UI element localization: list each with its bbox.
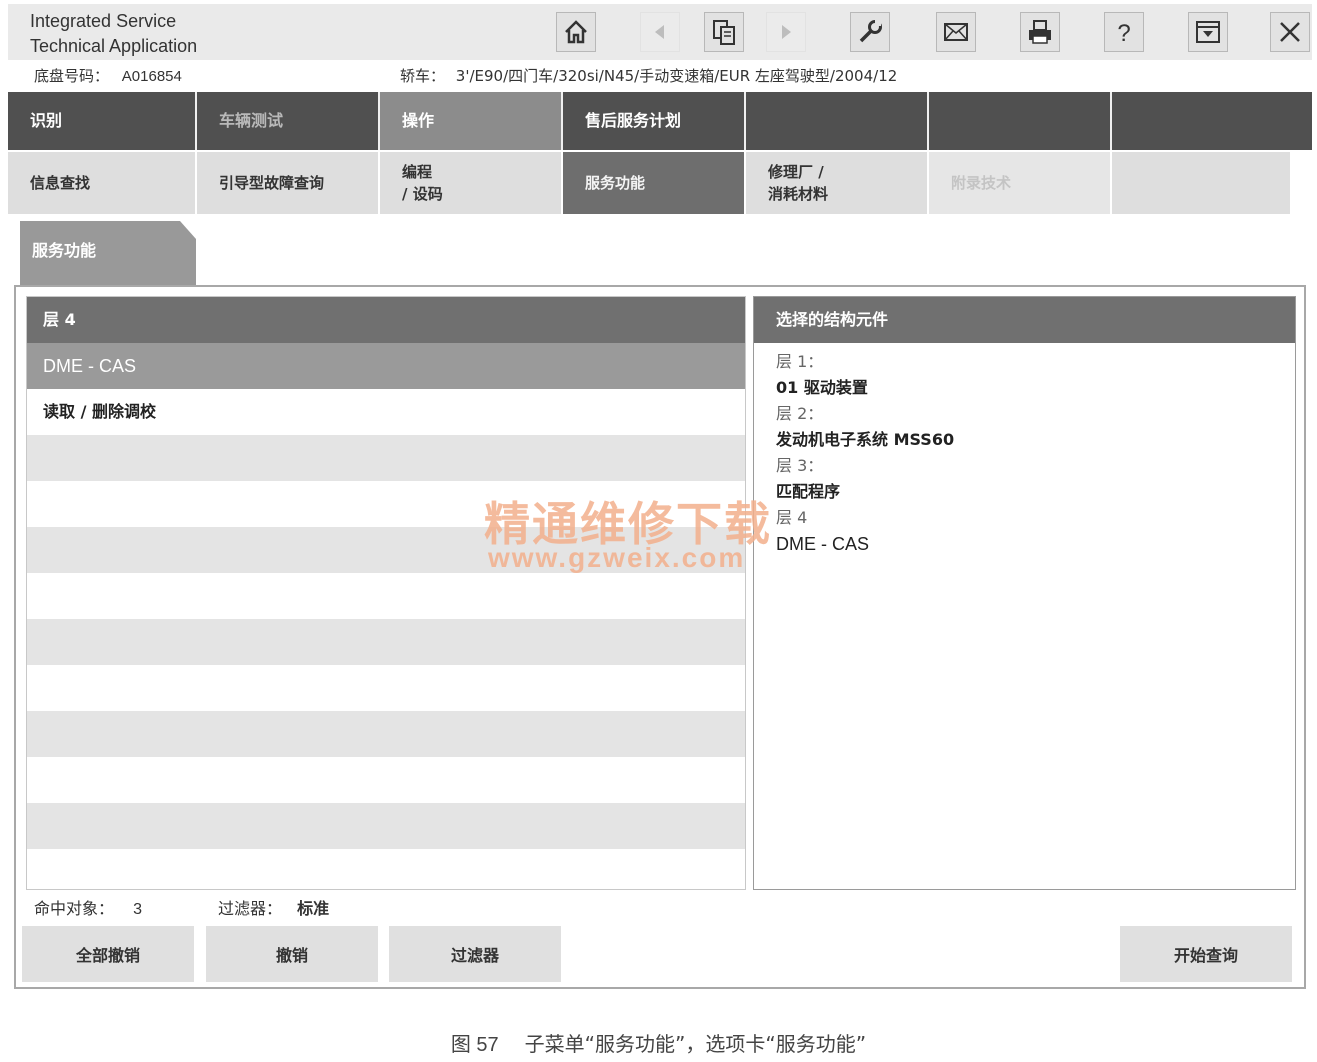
tab-empty-1 [746,92,929,150]
tab-empty-3 [1112,92,1312,150]
close-icon [1280,22,1300,42]
document-button[interactable] [704,12,744,52]
help-icon: ? [1117,20,1130,46]
subtab-service-functions[interactable]: 服务功能 [563,152,746,214]
list-item [27,573,745,619]
minimize-button[interactable] [1188,12,1228,52]
vehicle-description: 3'/E90/四门车/320si/N45/手动变速箱/EUR 左座驾驶型/200… [455,67,898,85]
subtab-empty [1112,152,1292,214]
level-list-header: 层 4 [27,297,745,343]
vehicle-label: 轿车： [400,67,446,85]
tree-level-label: 层 2： [776,404,824,423]
back-icon [655,25,664,39]
document-icon [713,20,735,45]
chassis-info: 底盘号码： A016854 [34,64,182,88]
chassis-number: A016854 [121,68,182,85]
forward-button[interactable] [766,12,806,52]
filter-status: 过滤器： 标准 [218,898,329,920]
mail-icon [944,23,968,41]
list-item [27,803,745,849]
vehicle-info: 轿车： 3'/E90/四门车/320si/N45/手动变速箱/EUR 左座驾驶型… [400,64,897,88]
filter-button[interactable]: 过滤器 [389,926,561,982]
figure-caption: 图 57 子菜单“服务功能”，选项卡“服务功能” [0,1028,1317,1057]
subtab-info-search[interactable]: 信息查找 [8,152,197,214]
tab-vehicle-test[interactable]: 车辆测试 [197,92,380,150]
hit-count-label: 命中对象： [34,899,115,918]
filter-label: 过滤器： [218,899,283,918]
tree-level-value: DME - CAS [776,534,870,554]
list-item [27,711,745,757]
structure-tree: 层 1： 01 驱动装置 层 2： 发动机电子系统 MSS60 层 3： 匹配程… [776,349,954,557]
list-item[interactable]: 读取 / 删除调校 [27,389,745,435]
figure-number: 图 57 [450,1034,499,1056]
filter-value: 标准 [297,899,330,918]
list-item [27,435,745,481]
tree-level-label: 层 1： [776,352,824,371]
tab-service-functions-panel[interactable]: 服务功能 [20,221,196,287]
screen: Integrated Service Technical Application… [0,0,1317,1062]
tree-level-value: 01 驱动装置 [776,378,868,397]
help-button[interactable]: ? [1104,12,1144,52]
svg-text:?: ? [1117,20,1130,46]
main-navigation: 识别 车辆测试 操作 售后服务计划 [8,92,1312,150]
deselect-button[interactable]: 撤销 [206,926,378,982]
selected-list-item[interactable]: DME - CAS [27,343,745,389]
print-button[interactable] [1020,12,1060,52]
tree-level-value: 发动机电子系统 MSS60 [776,430,955,449]
subtab-programming-coding[interactable]: 编程 / 设码 [380,152,563,214]
start-query-button[interactable]: 开始查询 [1120,926,1292,982]
forward-icon [782,25,791,39]
level-list: 层 4 DME - CAS 读取 / 删除调校 [26,296,746,890]
subtab-appendix[interactable]: 附录技术 [929,152,1112,214]
hit-count: 命中对象： 3 [34,898,142,921]
home-button[interactable] [556,12,596,52]
tab-service-plan[interactable]: 售后服务计划 [563,92,746,150]
mail-button[interactable] [936,12,976,52]
print-icon [1029,20,1051,44]
app-title: Integrated Service Technical Application [30,9,197,59]
list-item [27,757,745,803]
figure-caption-text: 子菜单“服务功能”，选项卡“服务功能” [524,1032,867,1056]
tab-identification[interactable]: 识别 [8,92,197,150]
minimize-icon [1196,21,1220,43]
chassis-label: 底盘号码： [34,67,110,85]
app-header: Integrated Service Technical Application… [8,4,1312,60]
back-button[interactable] [640,12,680,52]
selected-structure-header: 选择的结构元件 [754,297,1295,343]
subtab-guided-troubleshooting[interactable]: 引导型故障查询 [197,152,380,214]
sub-navigation: 信息查找 引导型故障查询 编程 / 设码 服务功能 修理厂 / 消耗材料 附录技… [8,152,1312,214]
hit-count-value: 3 [133,901,143,918]
tab-operation[interactable]: 操作 [380,92,563,150]
tools-button[interactable] [850,12,890,52]
home-icon [565,20,587,44]
app-title-line2: Technical Application [30,36,198,56]
tree-level-label: 层 4 [776,508,808,527]
list-item [27,665,745,711]
wrench-icon [859,20,882,43]
list-item [27,619,745,665]
close-button[interactable] [1270,12,1310,52]
selected-structure-panel: 选择的结构元件 层 1： 01 驱动装置 层 2： 发动机电子系统 MSS60 … [753,296,1296,890]
app-title-line1: Integrated Service [30,11,177,31]
watermark-url: www.gzweix.com [488,542,746,573]
subtab-workshop-consumables[interactable]: 修理厂 / 消耗材料 [746,152,929,214]
deselect-all-button[interactable]: 全部撤销 [22,926,194,982]
tab-empty-2 [929,92,1112,150]
tree-level-value: 匹配程序 [776,482,841,501]
tree-level-label: 层 3： [776,456,824,475]
